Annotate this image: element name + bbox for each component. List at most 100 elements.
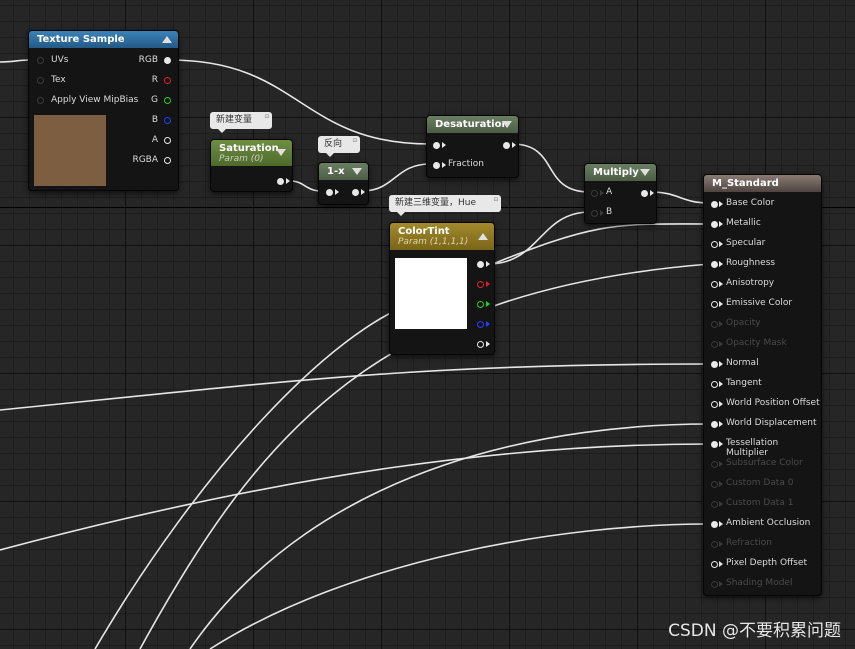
multiply-node[interactable]: Multiply A B xyxy=(584,163,657,224)
colortint-a-output-pin[interactable] xyxy=(477,341,484,348)
uvs-input-pin[interactable] xyxy=(37,57,44,64)
desaturation-input-pin[interactable] xyxy=(433,142,440,149)
material-input-pin[interactable] xyxy=(711,481,718,488)
expand-arrow-icon[interactable] xyxy=(352,168,362,175)
colortint-b-output-pin[interactable] xyxy=(477,321,484,328)
multiply-b-label: B xyxy=(606,207,613,217)
material-input-label: Shading Model xyxy=(726,578,793,588)
r-output-label: R xyxy=(151,75,158,85)
one-minus-input-arrow-icon xyxy=(335,189,339,195)
material-input-pin[interactable] xyxy=(711,281,718,288)
comment-toggle-icon[interactable]: ⊡ xyxy=(494,197,498,203)
material-input-pin[interactable] xyxy=(711,241,718,248)
material-input-label: Custom Data 0 xyxy=(726,478,794,488)
colortint-comment[interactable]: 新建三维变量，Hue ⊡ xyxy=(389,195,501,216)
colortint-comment-text: 新建三维变量，Hue xyxy=(395,198,477,208)
material-input-pin[interactable] xyxy=(711,541,718,548)
rgb-output-label: RGB xyxy=(138,55,158,65)
multiply-output-pin[interactable] xyxy=(641,190,648,197)
saturation-comment-text: 新建变量 xyxy=(216,115,253,125)
fraction-input-pin[interactable] xyxy=(433,162,440,169)
material-input-arrow-icon xyxy=(719,281,723,287)
saturation-header[interactable]: Saturation Param (0) xyxy=(211,140,292,166)
comment-toggle-icon[interactable]: ⊡ xyxy=(265,114,269,120)
texture-sample-header[interactable]: Texture Sample xyxy=(29,31,178,48)
fraction-input-arrow-icon xyxy=(442,162,446,168)
m-standard-title: M_Standard xyxy=(712,178,779,189)
r-output-pin[interactable] xyxy=(164,77,171,84)
mipbias-input-pin[interactable] xyxy=(37,97,44,104)
wire-multiply-to-base-color xyxy=(649,191,711,204)
material-input-pin[interactable] xyxy=(711,301,718,308)
desaturation-header[interactable]: Desaturation xyxy=(427,116,518,133)
saturation-comment[interactable]: 新建变量 ⊡ xyxy=(210,112,272,133)
one-minus-output-pin[interactable] xyxy=(352,189,359,196)
material-input-arrow-icon xyxy=(719,541,723,547)
saturation-output-pin[interactable] xyxy=(277,178,284,185)
a-output-pin[interactable] xyxy=(164,137,171,144)
material-input-pin[interactable] xyxy=(711,261,718,268)
material-input-pin[interactable] xyxy=(711,201,718,208)
tex-input-pin[interactable] xyxy=(37,77,44,84)
material-input-pin[interactable] xyxy=(711,321,718,328)
multiply-header[interactable]: Multiply xyxy=(585,164,656,181)
material-input-label: World Position Offset xyxy=(726,398,820,408)
colortint-title: ColorTint xyxy=(398,226,450,237)
rgb-output-pin[interactable] xyxy=(164,57,171,64)
material-input-pin[interactable] xyxy=(711,221,718,228)
colortint-g-output-pin[interactable] xyxy=(477,301,484,308)
multiply-b-arrow-icon xyxy=(600,210,604,216)
colortint-rgb-output-pin[interactable] xyxy=(477,261,484,268)
wire-to-ambient-occlusion xyxy=(209,523,711,649)
material-input-pin[interactable] xyxy=(711,381,718,388)
colortint-header[interactable]: ColorTint Param (1,1,1,1) xyxy=(390,223,494,250)
m-standard-node[interactable]: M_Standard Base Color Metallic Specular Rou… xyxy=(703,174,822,596)
comment-toggle-icon[interactable]: ⊡ xyxy=(353,138,357,144)
material-input-pin[interactable] xyxy=(711,441,718,448)
material-input-pin[interactable] xyxy=(711,361,718,368)
texture-sample-title: Texture Sample xyxy=(37,34,125,45)
material-input-label: Pixel Depth Offset xyxy=(726,558,807,568)
material-input-pin[interactable] xyxy=(711,341,718,348)
material-input-pin[interactable] xyxy=(711,401,718,408)
material-input-pin[interactable] xyxy=(711,501,718,508)
material-input-pin[interactable] xyxy=(711,561,718,568)
desaturation-output-arrow-icon xyxy=(512,142,516,148)
desaturation-output-pin[interactable] xyxy=(503,142,510,149)
colortint-rgb-arrow-icon xyxy=(486,261,490,267)
material-input-pin[interactable] xyxy=(711,521,718,528)
material-input-label: Emissive Color xyxy=(726,298,793,308)
material-input-label: Opacity xyxy=(726,318,761,328)
colortint-r-output-pin[interactable] xyxy=(477,281,484,288)
rgba-output-pin[interactable] xyxy=(164,157,171,164)
watermark: CSDN @不要积累问题 xyxy=(668,621,841,641)
colortint-node[interactable]: ColorTint Param (1,1,1,1) xyxy=(389,222,495,355)
expand-arrow-icon[interactable] xyxy=(276,149,286,156)
one-minus-header[interactable]: 1-x xyxy=(319,163,368,180)
material-input-pin[interactable] xyxy=(711,461,718,468)
material-input-pin[interactable] xyxy=(711,581,718,588)
b-output-pin[interactable] xyxy=(164,117,171,124)
expand-arrow-icon[interactable] xyxy=(502,121,512,128)
multiply-a-label: A xyxy=(606,187,613,197)
material-input-pin[interactable] xyxy=(711,421,718,428)
saturation-node[interactable]: Saturation Param (0) xyxy=(210,139,293,192)
multiply-b-input-pin[interactable] xyxy=(591,210,598,217)
g-output-pin[interactable] xyxy=(164,97,171,104)
expand-arrow-icon[interactable] xyxy=(640,169,650,176)
material-input-arrow-icon xyxy=(719,481,723,487)
desaturation-node[interactable]: Desaturation Fraction xyxy=(426,115,519,178)
fraction-input-label: Fraction xyxy=(448,159,484,169)
m-standard-header[interactable]: M_Standard xyxy=(704,175,821,192)
collapse-arrow-icon[interactable] xyxy=(478,233,488,240)
one-minus-comment[interactable]: 反向 ⊡ xyxy=(318,136,360,157)
material-input-label: Custom Data 1 xyxy=(726,498,794,508)
material-input-arrow-icon xyxy=(719,581,723,587)
one-minus-node[interactable]: 1-x xyxy=(318,162,369,205)
one-minus-input-pin[interactable] xyxy=(326,189,333,196)
colortint-b-arrow-icon xyxy=(486,321,490,327)
wire-to-tessellation xyxy=(0,443,711,551)
texture-sample-node[interactable]: Texture Sample UVs Tex Apply View MipBia… xyxy=(28,30,179,191)
multiply-a-input-pin[interactable] xyxy=(591,190,598,197)
collapse-arrow-icon[interactable] xyxy=(162,36,172,43)
